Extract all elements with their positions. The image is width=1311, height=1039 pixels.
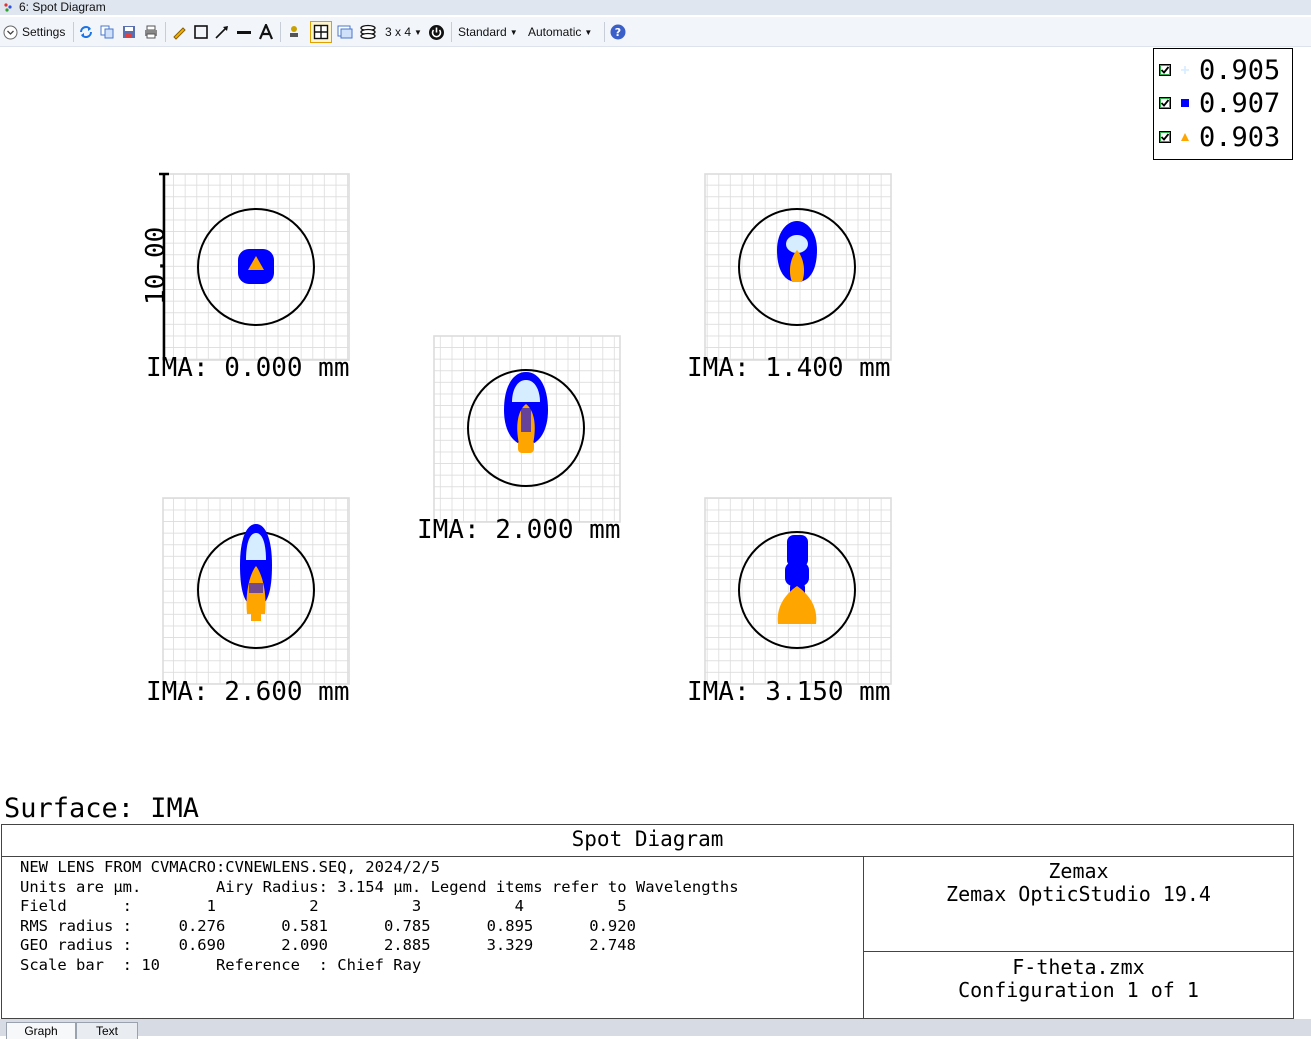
caret-down-icon: ▼ — [414, 27, 422, 37]
surface-label: Surface: IMA — [4, 793, 200, 824]
field-label-2: IMA: 1.400 mm — [687, 353, 891, 383]
spot-field-1: 10.00 — [141, 172, 350, 361]
automatic-select[interactable]: Automatic ▼ — [528, 22, 592, 42]
legend-wavelength-2: 0.907 — [1199, 88, 1281, 119]
layers-button[interactable] — [359, 22, 377, 42]
arrow-icon — [215, 26, 228, 39]
spot-field-3 — [433, 335, 621, 523]
tab-bar: Graph Text — [0, 1019, 1311, 1039]
toolbar-divider — [604, 22, 605, 42]
line-icon — [237, 31, 251, 34]
standard-select-value: Standard — [458, 25, 507, 39]
checkbox-checked-icon[interactable] — [1159, 97, 1171, 109]
layout-select[interactable]: 3 x 4 ▼ — [385, 22, 422, 42]
legend-item[interactable]: 0.903 — [1154, 122, 1292, 154]
window-icon — [337, 25, 353, 39]
toolbar-divider — [73, 22, 74, 42]
configuration-label: Configuration 1 of 1 — [958, 978, 1199, 1002]
company-name: Zemax — [1048, 859, 1109, 883]
info-line: NEW LENS FROM CVMACRO:CVNEWLENS.SEQ, 202… — [20, 858, 440, 876]
spot-field-4 — [162, 497, 350, 685]
tab-text[interactable]: Text — [76, 1022, 138, 1039]
pencil-icon — [173, 27, 186, 40]
product-name: Zemax OpticStudio 19.4 — [946, 882, 1211, 906]
help-icon: ? — [610, 24, 626, 40]
settings-label: Settings — [22, 25, 66, 39]
text-icon — [258, 24, 274, 40]
power-icon — [429, 24, 444, 40]
stamp-icon — [290, 26, 298, 37]
window-title: 6: Spot Diagram — [19, 0, 106, 14]
legend-item[interactable]: 0.907 — [1154, 88, 1292, 120]
caret-down-icon: ▼ — [509, 27, 518, 37]
grid-layout-icon — [313, 24, 329, 40]
toolbar-divider — [451, 22, 452, 42]
legend-wavelength-1: 0.905 — [1199, 55, 1281, 86]
help-button[interactable]: ? — [610, 22, 626, 42]
info-box: Spot Diagram NEW LENS FROM CVMACRO:CVNEW… — [1, 824, 1294, 1019]
field-label-3: IMA: 2.000 mm — [417, 515, 621, 545]
copy-button[interactable] — [99, 22, 115, 42]
save-icon — [123, 26, 135, 38]
plus-icon — [1181, 66, 1189, 74]
wavelength-legend: 0.905 0.907 0.903 — [1153, 48, 1293, 160]
info-title: Spot Diagram — [2, 825, 1293, 857]
chevron-down-icon — [3, 25, 18, 39]
stamp-button[interactable] — [286, 22, 302, 42]
legend-item[interactable]: 0.905 — [1154, 55, 1292, 87]
triangle-icon — [1181, 133, 1189, 141]
field-label-4: IMA: 2.600 mm — [146, 677, 350, 707]
info-line: GEO radius : 0.690 2.090 2.885 3.329 2.7… — [20, 936, 636, 954]
text-button[interactable] — [258, 22, 274, 42]
toolbar-divider — [165, 22, 166, 42]
spot-field-2 — [704, 173, 892, 361]
toolbar-divider — [280, 22, 281, 42]
print-button[interactable] — [143, 22, 159, 42]
square-icon — [1181, 99, 1189, 107]
print-icon — [145, 25, 157, 39]
settings-button[interactable]: Settings — [3, 22, 65, 42]
standard-select[interactable]: Standard ▼ — [458, 22, 518, 42]
spot-diagram-icon — [4, 3, 12, 12]
svg-text:?: ? — [615, 26, 621, 39]
toolbar: Settings 3 x 4 ▼ Standard ▼ Automatic ▼ … — [0, 17, 1311, 47]
layers-icon — [360, 24, 376, 40]
info-line: Units are µm. Airy Radius: 3.154 µm. Leg… — [20, 877, 739, 896]
tab-graph[interactable]: Graph — [6, 1022, 76, 1039]
window-button[interactable] — [337, 22, 353, 42]
info-file: F-theta.zmx Configuration 1 of 1 — [863, 952, 1293, 1018]
info-details: NEW LENS FROM CVMACRO:CVNEWLENS.SEQ, 202… — [20, 858, 739, 975]
info-line: Field : 1 2 3 4 5 — [20, 897, 627, 915]
power-button[interactable] — [428, 22, 445, 42]
info-company: Zemax Zemax OpticStudio 19.4 — [863, 856, 1293, 952]
rectangle-button[interactable] — [193, 22, 209, 42]
field-label-1: IMA: 0.000 mm — [146, 353, 350, 383]
pencil-button[interactable] — [171, 22, 187, 42]
save-button[interactable] — [121, 22, 137, 42]
line-button[interactable] — [236, 22, 252, 42]
spot-field-5 — [704, 497, 892, 685]
rectangle-icon — [194, 25, 208, 39]
field-label-5: IMA: 3.150 mm — [687, 677, 891, 707]
caret-down-icon: ▼ — [584, 27, 593, 37]
file-name: F-theta.zmx — [1012, 955, 1145, 979]
legend-wavelength-3: 0.903 — [1199, 122, 1281, 153]
title-bar: 6: Spot Diagram — [0, 0, 1311, 15]
layout-select-value: 3 x 4 — [385, 25, 412, 39]
refresh-icon — [80, 26, 92, 38]
refresh-button[interactable] — [78, 22, 94, 42]
arrow-button[interactable] — [214, 22, 230, 42]
automatic-select-value: Automatic — [528, 25, 582, 39]
checkbox-checked-icon[interactable] — [1159, 64, 1171, 76]
info-line: Scale bar : 10 Reference : Chief Ray — [20, 955, 422, 974]
scale-bar-label: 10.00 — [141, 227, 171, 305]
copy-icon — [100, 25, 114, 39]
info-line: RMS radius : 0.276 0.581 0.785 0.895 0.9… — [20, 916, 636, 935]
layout-toggle-button[interactable] — [310, 21, 332, 43]
checkbox-checked-icon[interactable] — [1159, 131, 1171, 143]
